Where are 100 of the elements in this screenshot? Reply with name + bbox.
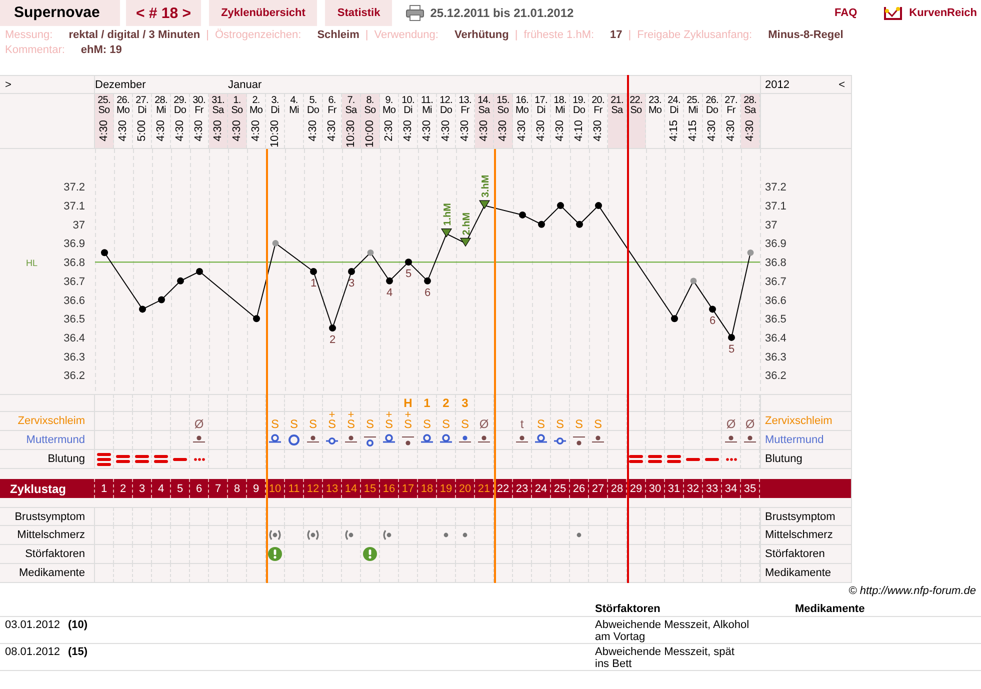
point-index-label: 5 <box>405 268 412 280</box>
weekday-label: So <box>630 106 642 116</box>
date-label: 30. <box>192 96 206 106</box>
info-value: 17 <box>610 28 622 43</box>
time-label: 4:30 <box>517 120 527 142</box>
next-arrow[interactable]: < <box>838 78 845 90</box>
cervical-mucus-symbol: S <box>594 419 602 430</box>
weekday-label: Do <box>573 106 585 116</box>
cycle-day-number: 30 <box>648 482 662 494</box>
date-label: 1. <box>233 96 241 106</box>
y-axis-label: 36.4 <box>64 332 85 344</box>
y-axis-label: 36.6 <box>64 294 85 307</box>
cervical-mucus-symbol: S <box>404 419 412 430</box>
weekday-label: Mi <box>688 106 698 116</box>
peak-day-marker: 1 <box>424 396 430 410</box>
previous-arrow[interactable]: > <box>5 78 12 90</box>
cycle-day-number: 18 <box>420 482 434 494</box>
row-label: Brustsymptom <box>14 510 85 522</box>
time-label: 4:15 <box>669 120 679 142</box>
nav-tab[interactable]: Zyklenübersicht <box>209 0 318 26</box>
weekday-label: Fr <box>726 106 736 116</box>
weekday-label: Sa <box>611 106 623 116</box>
y-axis-label: 36.5 <box>64 314 85 326</box>
shift-label: 2.hM <box>462 212 472 236</box>
note-cycle-day: (15) <box>68 646 595 670</box>
date-label: 15. <box>496 96 510 106</box>
row-label: Zervixschleim <box>765 415 832 427</box>
date-label: 23. <box>648 96 662 106</box>
printer-icon[interactable] <box>406 5 424 21</box>
time-label: 4:30 <box>441 120 451 142</box>
weekday-label: Fr <box>328 106 336 116</box>
date-label: 9. <box>385 96 393 106</box>
info-label: Kommentar: <box>5 43 65 58</box>
time-label: 4:30 <box>213 120 223 142</box>
cervical-mucus-symbol: S <box>574 419 583 430</box>
date-label: 7. <box>347 96 355 106</box>
peak-day-marker: H <box>404 396 412 410</box>
date-label: 8. <box>366 96 374 106</box>
weekday-label: So <box>497 106 509 116</box>
weekday-label: So <box>364 106 376 116</box>
cycle-day-number: 29 <box>630 482 642 494</box>
cycle-day-number: 25 <box>554 482 566 494</box>
note-date: 08.01.2012 <box>5 646 62 660</box>
time-label: 4:30 <box>422 120 432 142</box>
cycle-day-number: 17 <box>402 482 414 494</box>
cycle-day-number: 32 <box>686 482 700 494</box>
row-label: Blutung <box>48 453 85 465</box>
date-label: 27. <box>724 96 738 106</box>
cycle-day-number: 31 <box>668 482 680 494</box>
cycle-day-number: 26 <box>572 482 586 494</box>
point-index-label: 6 <box>424 286 431 299</box>
logo-text[interactable]: KurvenReich <box>909 7 977 19</box>
cycle-day-number: 2 <box>120 482 126 494</box>
cycle-day-number: 21 <box>478 482 490 494</box>
weekday-label: Mi <box>422 106 432 116</box>
app-title: Supernovae <box>0 0 120 26</box>
cervical-mucus-symbol: S <box>366 419 374 430</box>
row-label: Störfaktoren <box>25 548 85 560</box>
year-label: 2012 <box>765 78 790 90</box>
weekday-label: Sa <box>744 106 756 116</box>
time-label: 10:30 <box>270 120 280 148</box>
weekday-label: Sa <box>345 106 357 116</box>
row-label: Medikamente <box>765 567 832 579</box>
weekday-label: Mo <box>116 106 130 116</box>
faq-link[interactable]: FAQ <box>834 7 858 19</box>
point-index-label: 5 <box>728 343 735 356</box>
plus-mark: + <box>404 412 412 419</box>
y-axis-label: 36.7 <box>765 276 786 288</box>
cervical-mucus-symbol: S <box>346 419 355 430</box>
nav-tab[interactable]: Statistik <box>325 0 392 26</box>
chart-logo-icon <box>883 5 904 21</box>
separator: | <box>514 28 518 43</box>
copyright-text: © http://www.nfp-forum.de <box>848 585 976 597</box>
weekday-label: Di <box>404 106 412 116</box>
time-label: 4:30 <box>555 120 565 142</box>
info-value: ehM: 19 <box>80 43 122 58</box>
y-axis-label: 37.2 <box>765 182 786 194</box>
y-axis-label: 36.9 <box>64 238 85 250</box>
cycle-day-number: 10 <box>268 482 282 494</box>
time-label: 4:30 <box>745 120 755 142</box>
row-label: Brustsymptom <box>765 510 836 522</box>
separator: | <box>206 28 209 43</box>
plus-mark: + <box>386 412 392 419</box>
weekday-label: Mo <box>382 106 396 116</box>
row-label: Muttermund <box>26 434 85 446</box>
time-label: 10:00 <box>365 120 375 148</box>
cycle-day-number: 5 <box>176 482 184 494</box>
y-axis-label: 37 <box>765 219 778 232</box>
disturbance-note: Abweichende Messzeit, spät ins Bett <box>595 646 736 670</box>
weekday-label: Sa <box>212 106 224 116</box>
row-label: Medikamente <box>18 567 85 579</box>
weekday-label: Sa <box>478 106 490 116</box>
cycle-day-number: 1 <box>100 482 108 494</box>
cervical-mucus-symbol: S <box>442 419 450 430</box>
cycle-day-number: 9 <box>252 482 260 494</box>
cycle-navigator[interactable]: < # 18 > <box>126 0 202 26</box>
time-label: 4:30 <box>479 120 489 142</box>
date-label: 19. <box>572 96 586 106</box>
date-label: 26. <box>116 96 130 106</box>
cervical-mucus-symbol: S <box>270 419 279 430</box>
